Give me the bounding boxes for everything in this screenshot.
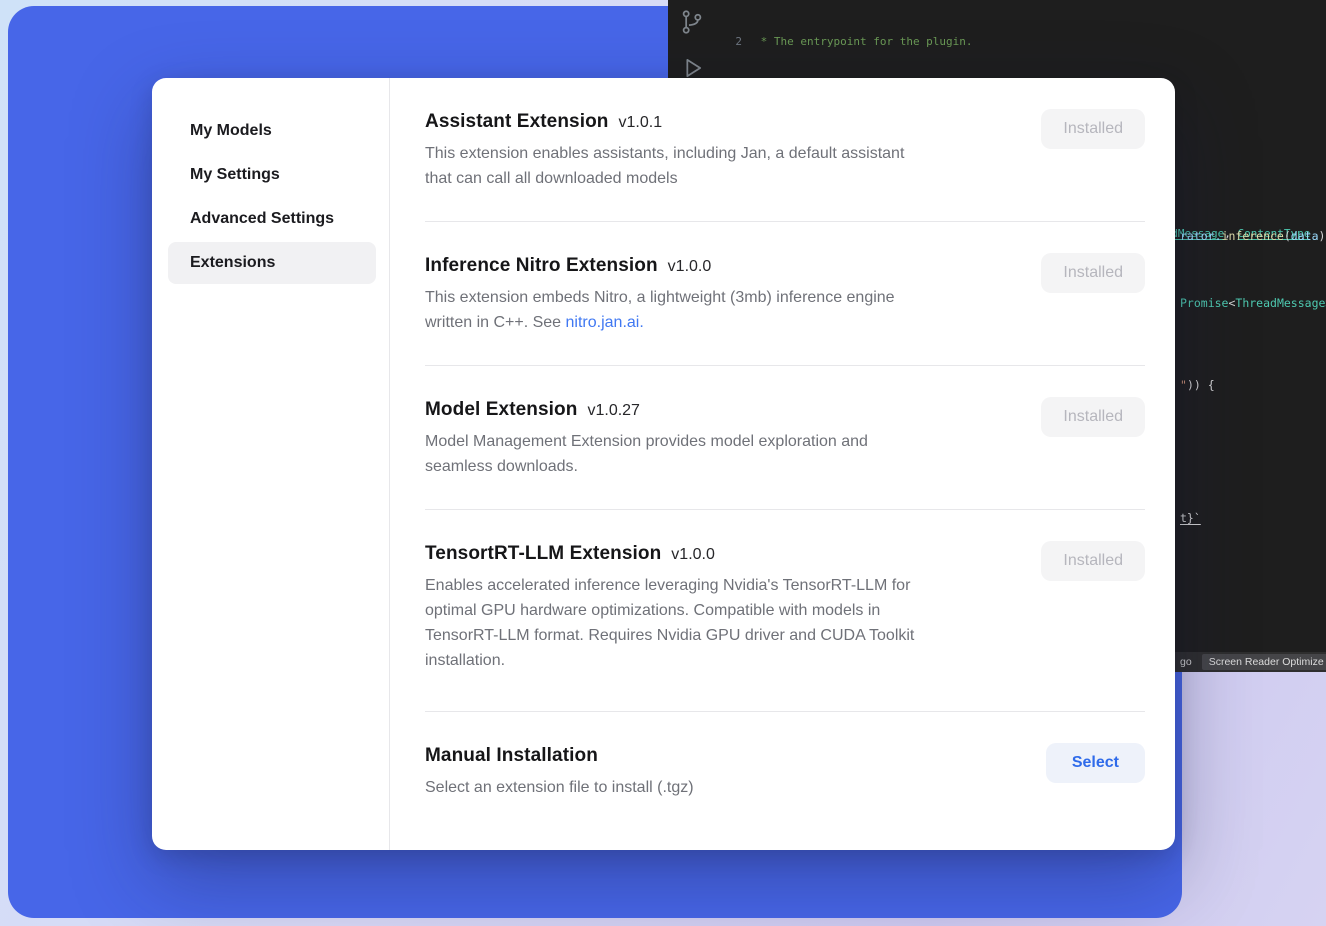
manual-installation-row: Manual Installation Select an extension …	[425, 712, 1145, 824]
select-file-button[interactable]: Select	[1046, 743, 1145, 783]
extension-row-assistant: Assistant Extension v1.0.1 This extensio…	[425, 78, 1145, 222]
sidebar-item-extensions[interactable]: Extensions	[168, 242, 376, 284]
installed-button[interactable]: Installed	[1041, 109, 1145, 149]
extension-description: Enables accelerated inference leveraging…	[425, 573, 914, 673]
installed-button[interactable]: Installed	[1041, 253, 1145, 293]
extension-title: TensortRT-LLM Extension	[425, 543, 661, 565]
extensions-panel: Assistant Extension v1.0.1 This extensio…	[390, 78, 1175, 850]
sidebar-item-my-settings[interactable]: My Settings	[168, 154, 376, 196]
code-fragment: ")) {	[1180, 378, 1215, 392]
code-fragment: Promise<ThreadMessage>	[1180, 296, 1326, 310]
extension-description: This extension enables assistants, inclu…	[425, 141, 904, 191]
extension-description: Model Management Extension provides mode…	[425, 429, 868, 479]
extension-version: v1.0.27	[587, 402, 639, 420]
sidebar-item-my-models[interactable]: My Models	[168, 110, 376, 152]
code-line: 2 * The entrypoint for the plugin.	[716, 34, 1326, 50]
manual-installation-title: Manual Installation	[425, 745, 598, 767]
status-text[interactable]: go	[1180, 656, 1192, 668]
extension-row-nitro: Inference Nitro Extension v1.0.0 This ex…	[425, 222, 1145, 366]
settings-sidebar: My Models My Settings Advanced Settings …	[152, 78, 390, 850]
extension-version: v1.0.0	[671, 546, 715, 564]
screen-reader-status-chip[interactable]: Screen Reader Optimize	[1202, 654, 1326, 670]
extension-title: Model Extension	[425, 399, 577, 421]
nitro-jan-ai-link[interactable]: nitro.jan.ai.	[566, 314, 644, 331]
screen: 2 * The entrypoint for the plugin. 3 */ …	[0, 0, 1326, 926]
extension-row-model: Model Extension v1.0.27 Model Management…	[425, 366, 1145, 510]
source-control-icon[interactable]	[678, 8, 706, 36]
extension-title: Assistant Extension	[425, 111, 609, 133]
manual-installation-description: Select an extension file to install (.tg…	[425, 775, 694, 800]
installed-button[interactable]: Installed	[1041, 541, 1145, 581]
extension-description: This extension embeds Nitro, a lightweig…	[425, 285, 895, 335]
extension-version: v1.0.1	[619, 114, 663, 132]
code-fragment: rator.inference(data));	[1180, 229, 1326, 243]
settings-modal: My Models My Settings Advanced Settings …	[152, 78, 1175, 850]
line-number: 2	[716, 34, 742, 50]
extension-title: Inference Nitro Extension	[425, 255, 658, 277]
installed-button[interactable]: Installed	[1041, 397, 1145, 437]
code-fragment: t}`	[1180, 511, 1201, 525]
sidebar-item-advanced-settings[interactable]: Advanced Settings	[168, 198, 376, 240]
extension-version: v1.0.0	[668, 258, 712, 276]
extension-row-tensorrt: TensortRT-LLM Extension v1.0.0 Enables a…	[425, 510, 1145, 712]
